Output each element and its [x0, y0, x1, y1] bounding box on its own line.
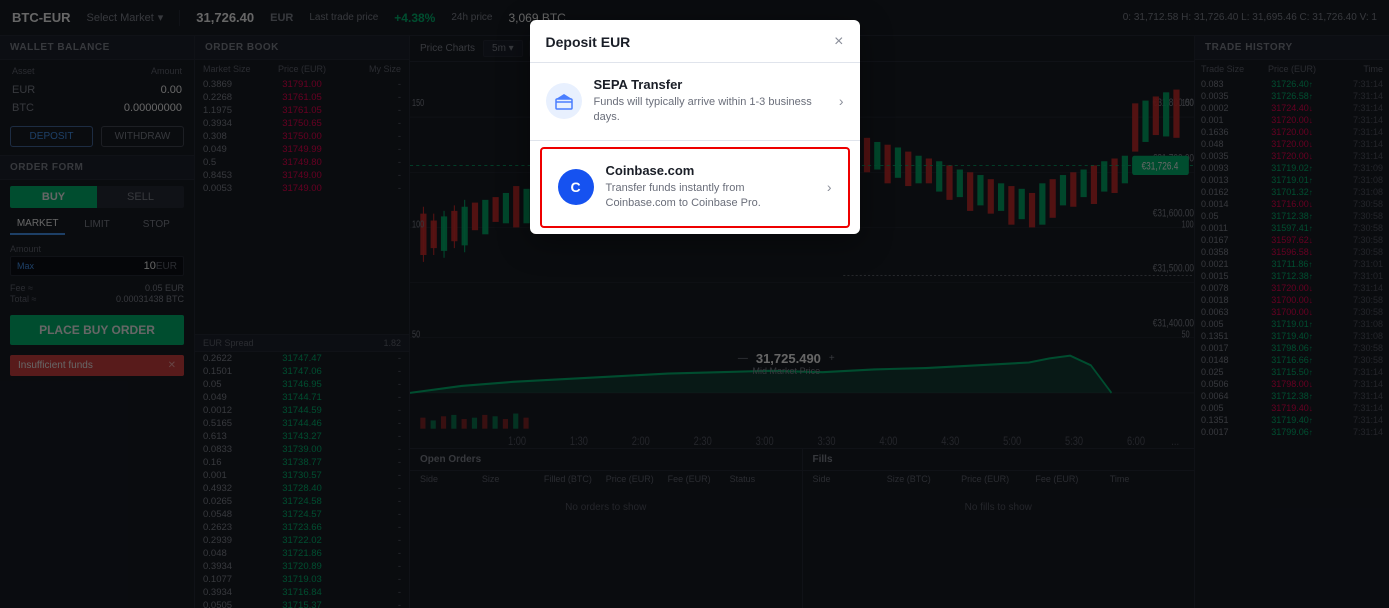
deposit-modal: Deposit EUR × SEPA Transfer Funds will t… [530, 20, 860, 234]
coinbase-logo-icon: C [558, 169, 594, 205]
modal-close-button[interactable]: × [834, 34, 843, 50]
coinbase-description: Transfer funds instantly from Coinbase.c… [606, 181, 815, 212]
coinbase-arrow-icon: › [827, 179, 832, 195]
modal-header: Deposit EUR × [530, 20, 860, 63]
sepa-description: Funds will typically arrive within 1-3 b… [594, 95, 827, 126]
modal-overlay[interactable]: Deposit EUR × SEPA Transfer Funds will t… [0, 0, 1389, 608]
sepa-option[interactable]: SEPA Transfer Funds will typically arriv… [530, 63, 860, 141]
coinbase-option-text: Coinbase.com Transfer funds instantly fr… [606, 163, 815, 212]
coinbase-option[interactable]: C Coinbase.com Transfer funds instantly … [540, 147, 850, 228]
sepa-arrow-icon: › [839, 93, 844, 109]
sepa-title: SEPA Transfer [594, 77, 827, 92]
sepa-option-text: SEPA Transfer Funds will typically arriv… [594, 77, 827, 126]
modal-title: Deposit EUR [546, 34, 631, 50]
sepa-bank-icon [546, 83, 582, 119]
coinbase-title: Coinbase.com [606, 163, 815, 178]
